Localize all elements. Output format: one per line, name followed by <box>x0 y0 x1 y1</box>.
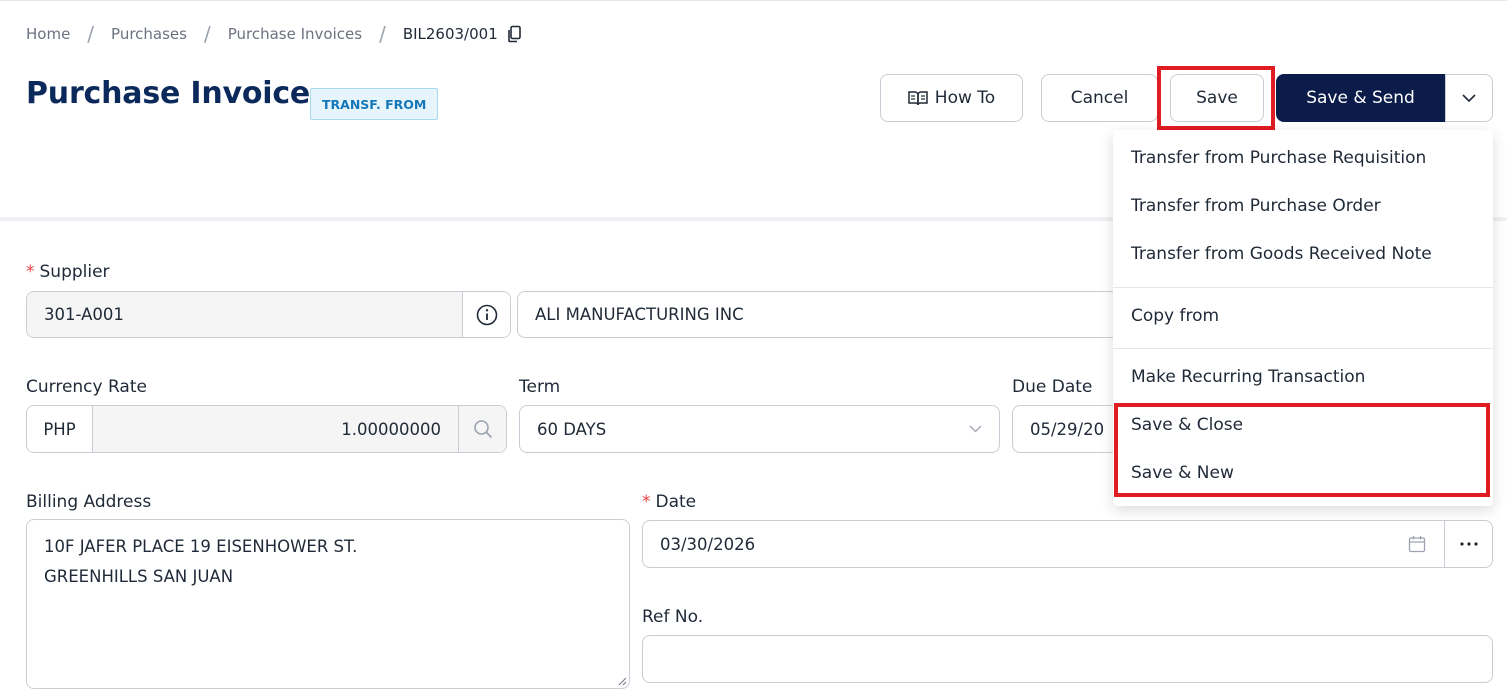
how-to-label: How To <box>934 88 996 108</box>
breadcrumb-home[interactable]: Home <box>26 25 70 43</box>
date-field[interactable]: 03/30/2026 <box>642 520 1493 568</box>
menu-item-transfer-from-purchase-requisition[interactable]: Transfer from Purchase Requisition <box>1131 148 1426 168</box>
billing-address-line-2: GREENHILLS SAN JUAN <box>44 567 234 586</box>
calendar-button[interactable] <box>1390 535 1444 553</box>
menu-item-transfer-from-purchase-order[interactable]: Transfer from Purchase Order <box>1131 196 1381 216</box>
breadcrumb-separator: / <box>87 22 95 46</box>
required-asterisk: * <box>26 262 35 282</box>
billing-address-line-1: 10F JAFER PLACE 19 EISENHOWER ST. <box>44 537 358 556</box>
currency-rate-label: Currency Rate <box>26 377 147 397</box>
term-value: 60 DAYS <box>537 419 607 439</box>
resize-grip-icon[interactable] <box>617 676 627 686</box>
top-border <box>0 0 1507 3</box>
status-badge: TRANSF. FROM <box>310 88 439 120</box>
menu-item-transfer-from-goods-received-note[interactable]: Transfer from Goods Received Note <box>1131 244 1432 264</box>
book-icon <box>908 91 928 106</box>
billing-address-label: Billing Address <box>26 492 152 512</box>
breadcrumb: Home / Purchases / Purchase Invoices / B… <box>26 22 522 46</box>
save-highlight-box <box>1157 66 1275 130</box>
supplier-label: * Supplier <box>26 262 110 282</box>
term-select[interactable]: 60 DAYS <box>519 405 1000 453</box>
date-value: 03/30/2026 <box>660 534 756 554</box>
copy-icon[interactable] <box>506 25 522 43</box>
search-icon <box>473 420 492 439</box>
currency-rate-value: 1.00000000 <box>93 406 458 452</box>
ellipsis-icon <box>1459 542 1478 546</box>
ref-no-label: Ref No. <box>642 607 704 627</box>
save-options-highlight-box <box>1114 403 1490 497</box>
ref-no-input[interactable] <box>642 635 1493 683</box>
how-to-button[interactable]: How To <box>880 74 1023 122</box>
due-date-label: Due Date <box>1012 377 1093 397</box>
more-actions-toggle[interactable] <box>1445 74 1493 122</box>
supplier-info-button[interactable] <box>462 292 510 337</box>
currency-rate-field[interactable]: PHP 1.00000000 <box>26 405 507 453</box>
breadcrumb-purchases[interactable]: Purchases <box>111 25 187 43</box>
supplier-code-field[interactable]: 301-A001 <box>26 291 511 338</box>
page-title: Purchase Invoice <box>26 76 311 111</box>
breadcrumb-current: BIL2603/001 <box>402 25 498 43</box>
menu-item-make-recurring-transaction[interactable]: Make Recurring Transaction <box>1131 367 1365 387</box>
date-more-button[interactable] <box>1444 521 1492 567</box>
calendar-icon <box>1408 536 1426 553</box>
required-asterisk: * <box>642 492 651 512</box>
date-label: * Date <box>642 492 697 512</box>
save-and-send-button[interactable]: Save & Send <box>1276 74 1445 122</box>
chevron-down-icon <box>969 425 982 433</box>
info-icon <box>476 304 497 325</box>
menu-divider <box>1113 287 1493 288</box>
currency-code[interactable]: PHP <box>27 406 93 452</box>
supplier-code-value: 301-A001 <box>27 292 462 337</box>
menu-divider <box>1113 348 1493 349</box>
chevron-down-icon <box>1462 93 1476 102</box>
term-label: Term <box>519 377 561 397</box>
cancel-button[interactable]: Cancel <box>1041 74 1158 122</box>
billing-address-textarea[interactable]: 10F JAFER PLACE 19 EISENHOWER ST. GREENH… <box>26 519 630 689</box>
breadcrumb-separator: / <box>379 22 386 46</box>
menu-item-copy-from[interactable]: Copy from <box>1131 306 1219 326</box>
breadcrumb-purchase-invoices[interactable]: Purchase Invoices <box>228 25 362 43</box>
currency-search-button[interactable] <box>458 406 506 452</box>
supplier-name-field[interactable]: ALI MANUFACTURING INC <box>517 291 1137 338</box>
breadcrumb-separator: / <box>203 22 211 46</box>
